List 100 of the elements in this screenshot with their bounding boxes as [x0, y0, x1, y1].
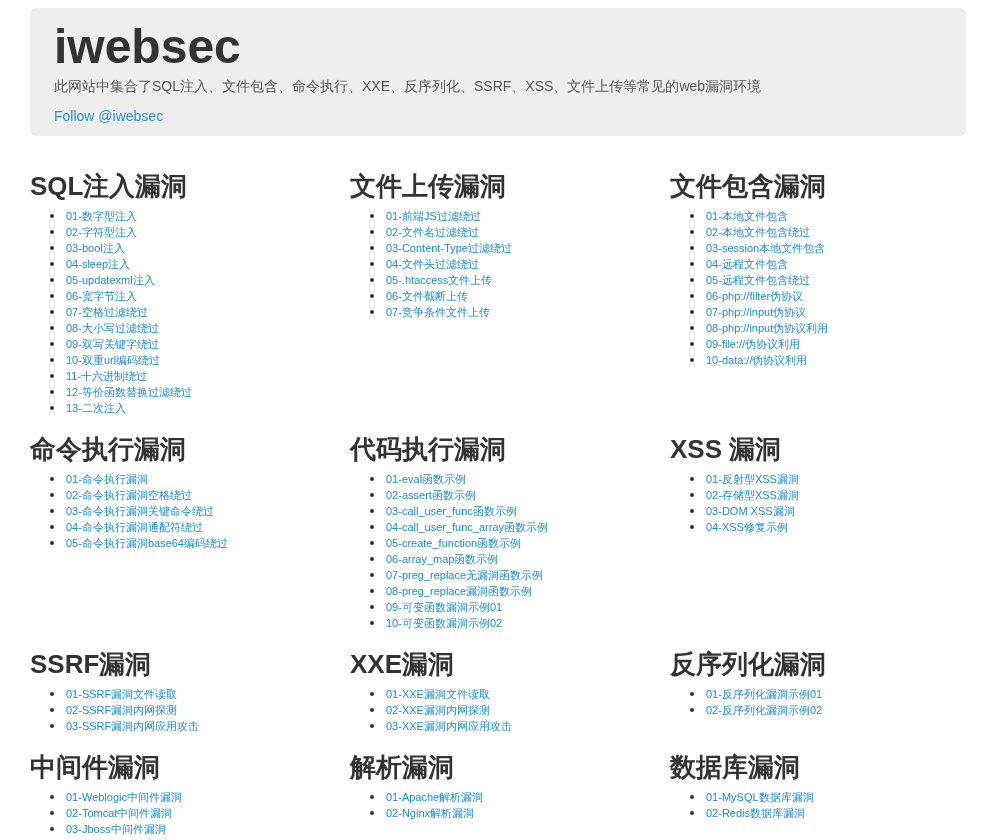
- vulnerability-link[interactable]: 09-file://伪协议利用: [706, 336, 801, 352]
- vulnerability-link[interactable]: 01-反序列化漏洞示例01: [706, 686, 823, 702]
- section-heading: 命令执行漏洞: [30, 434, 187, 464]
- bullet-icon: [690, 358, 694, 362]
- vulnerability-link[interactable]: 03-session本地文件包含: [706, 240, 826, 256]
- bullet-icon: [50, 406, 54, 410]
- vulnerability-link[interactable]: 06-文件截断上传: [386, 288, 468, 304]
- vulnerability-link[interactable]: 04-XSS修复示例: [706, 519, 788, 535]
- vulnerability-link[interactable]: 04-sleep注入: [66, 256, 131, 272]
- bullet-icon: [690, 493, 694, 497]
- bullet-icon: [50, 525, 54, 529]
- vulnerability-link[interactable]: 02-XXE漏洞内网探测: [386, 702, 490, 718]
- bullet-icon: [50, 509, 54, 513]
- bullet-icon: [370, 708, 374, 712]
- vulnerability-link[interactable]: 01-数字型注入: [66, 208, 137, 224]
- vulnerability-link[interactable]: 05-updatexml注入: [66, 272, 155, 288]
- site-description: 此网站中集合了SQL注入、文件包含、命令执行、XXE、反序列化、SSRF、XSS、文件上传等常见的web漏洞环境: [54, 77, 763, 96]
- bullet-icon: [370, 525, 374, 529]
- vulnerability-link[interactable]: 03-bool注入: [66, 240, 125, 256]
- bullet-icon: [690, 708, 694, 712]
- vulnerability-link[interactable]: 06-array_map函数示例: [386, 551, 499, 567]
- bullet-icon: [690, 811, 694, 815]
- vulnerability-link[interactable]: 02-Tomcat中间件漏洞: [66, 805, 173, 821]
- vulnerability-link[interactable]: 05-.htaccess文件上传: [386, 272, 493, 288]
- vulnerability-link[interactable]: 02-本地文件包含绕过: [706, 224, 810, 240]
- bullet-icon: [50, 811, 54, 815]
- bullet-icon: [690, 214, 694, 218]
- vulnerability-link[interactable]: 01-本地文件包含: [706, 208, 788, 224]
- vulnerability-link[interactable]: 01-MySQL数据库漏洞: [706, 789, 814, 805]
- vulnerability-link[interactable]: 04-远程文件包含: [706, 256, 788, 272]
- bullet-icon: [690, 795, 694, 799]
- vulnerability-link[interactable]: 07-php://input伪协议: [706, 304, 807, 320]
- vulnerability-link[interactable]: 11-十六进制绕过: [66, 368, 148, 384]
- vulnerability-link[interactable]: 03-SSRF漏洞内网应用攻击: [66, 718, 200, 734]
- vulnerability-link[interactable]: 10-可变函数漏洞示例02: [386, 615, 503, 631]
- vulnerability-link[interactable]: 05-create_function函数示例: [386, 535, 522, 551]
- vulnerability-link[interactable]: 09-双写关键字绕过: [66, 336, 159, 352]
- vulnerability-link[interactable]: 03-DOM XSS漏洞: [706, 503, 795, 519]
- vulnerability-link[interactable]: 02-Redis数据库漏洞: [706, 805, 806, 821]
- bullet-icon: [370, 310, 374, 314]
- vulnerability-link[interactable]: 01-前端JS过滤绕过: [386, 208, 481, 224]
- bullet-icon: [370, 246, 374, 250]
- vulnerability-link[interactable]: 01-XXE漏洞文件读取: [386, 686, 490, 702]
- vulnerability-link[interactable]: 05-远程文件包含绕过: [706, 272, 810, 288]
- bullet-icon: [50, 795, 54, 799]
- vulnerability-link[interactable]: 01-Apache解析漏洞: [386, 789, 484, 805]
- vulnerability-link[interactable]: 02-反序列化漏洞示例02: [706, 702, 823, 718]
- vulnerability-link[interactable]: 01-命令执行漏洞: [66, 471, 148, 487]
- vulnerability-link[interactable]: 02-文件名过滤绕过: [386, 224, 479, 240]
- vulnerability-link[interactable]: 08-php://input伪协议利用: [706, 320, 829, 336]
- section-heading: 解析漏洞: [350, 752, 455, 782]
- vulnerability-link[interactable]: 02-SSRF漏洞内网探测: [66, 702, 178, 718]
- section-heading: 中间件漏洞: [30, 752, 161, 782]
- vulnerability-link[interactable]: 09-可变函数漏洞示例01: [386, 599, 503, 615]
- bullet-icon: [50, 294, 54, 298]
- vulnerability-link[interactable]: 01-Weblogic中间件漏洞: [66, 789, 182, 805]
- vulnerability-link[interactable]: 01-eval函数示例: [386, 471, 467, 487]
- bullet-icon: [370, 493, 374, 497]
- vulnerability-link[interactable]: 12-等价函数替换过滤绕过: [66, 384, 192, 400]
- bullet-icon: [50, 477, 54, 481]
- bullet-icon: [690, 326, 694, 330]
- bullet-icon: [370, 811, 374, 815]
- vulnerability-link[interactable]: 07-竞争条件文件上传: [386, 304, 490, 320]
- bullet-icon: [370, 541, 374, 545]
- vulnerability-link[interactable]: 02-assert函数示例: [386, 487, 476, 503]
- follow-link[interactable]: Follow @iwebsec: [54, 106, 164, 126]
- vulnerability-link[interactable]: 04-call_user_func_array函数示例: [386, 519, 548, 535]
- vulnerability-link[interactable]: 03-call_user_func函数示例: [386, 503, 517, 519]
- vulnerability-link[interactable]: 04-文件头过滤绕过: [386, 256, 479, 272]
- vulnerability-link[interactable]: 03-Jboss中间件漏洞: [66, 821, 166, 837]
- bullet-icon: [50, 493, 54, 497]
- vulnerability-link[interactable]: 02-命令执行漏洞空格绕过: [66, 487, 192, 503]
- vulnerability-link[interactable]: 01-SSRF漏洞文件读取: [66, 686, 178, 702]
- vulnerability-link[interactable]: 10-data://伪协议利用: [706, 352, 808, 368]
- section-heading: XSS 漏洞: [670, 434, 783, 464]
- vulnerability-link[interactable]: 08-preg_replace漏洞函数示例: [386, 583, 533, 599]
- bullet-icon: [370, 605, 374, 609]
- vulnerability-link[interactable]: 02-字符型注入: [66, 224, 137, 240]
- vulnerability-link[interactable]: 05-命令执行漏洞base64编码绕过: [66, 535, 228, 551]
- vulnerability-link[interactable]: 01-反射型XSS漏洞: [706, 471, 799, 487]
- vulnerability-link[interactable]: 06-php://filter伪协议: [706, 288, 804, 304]
- bullet-icon: [690, 230, 694, 234]
- vulnerability-link[interactable]: 04-命令执行漏洞通配符绕过: [66, 519, 203, 535]
- bullet-icon: [50, 278, 54, 282]
- vulnerability-link[interactable]: 02-Nginx解析漏洞: [386, 805, 475, 821]
- vulnerability-link[interactable]: 06-宽字节注入: [66, 288, 137, 304]
- vulnerability-link[interactable]: 07-preg_replace无漏洞函数示例: [386, 567, 544, 583]
- vulnerability-link[interactable]: 03-命令执行漏洞关键命令绕过: [66, 503, 214, 519]
- section-heading: XXE漏洞: [350, 649, 456, 679]
- section-heading: 文件上传漏洞: [350, 171, 507, 201]
- vulnerability-link[interactable]: 03-XXE漏洞内网应用攻击: [386, 718, 512, 734]
- site-title: iwebsec: [54, 20, 242, 74]
- vulnerability-link[interactable]: 03-Content-Type过滤绕过: [386, 240, 512, 256]
- vulnerability-link[interactable]: 10-双重url编码绕过: [66, 352, 161, 368]
- section-heading: 文件包含漏洞: [670, 171, 827, 201]
- vulnerability-link[interactable]: 07-空格过滤绕过: [66, 304, 148, 320]
- vulnerability-link[interactable]: 13-二次注入: [66, 400, 126, 416]
- vulnerability-link[interactable]: 02-存储型XSS漏洞: [706, 487, 799, 503]
- section-heading: 数据库漏洞: [670, 752, 801, 782]
- vulnerability-link[interactable]: 08-大小写过滤绕过: [66, 320, 159, 336]
